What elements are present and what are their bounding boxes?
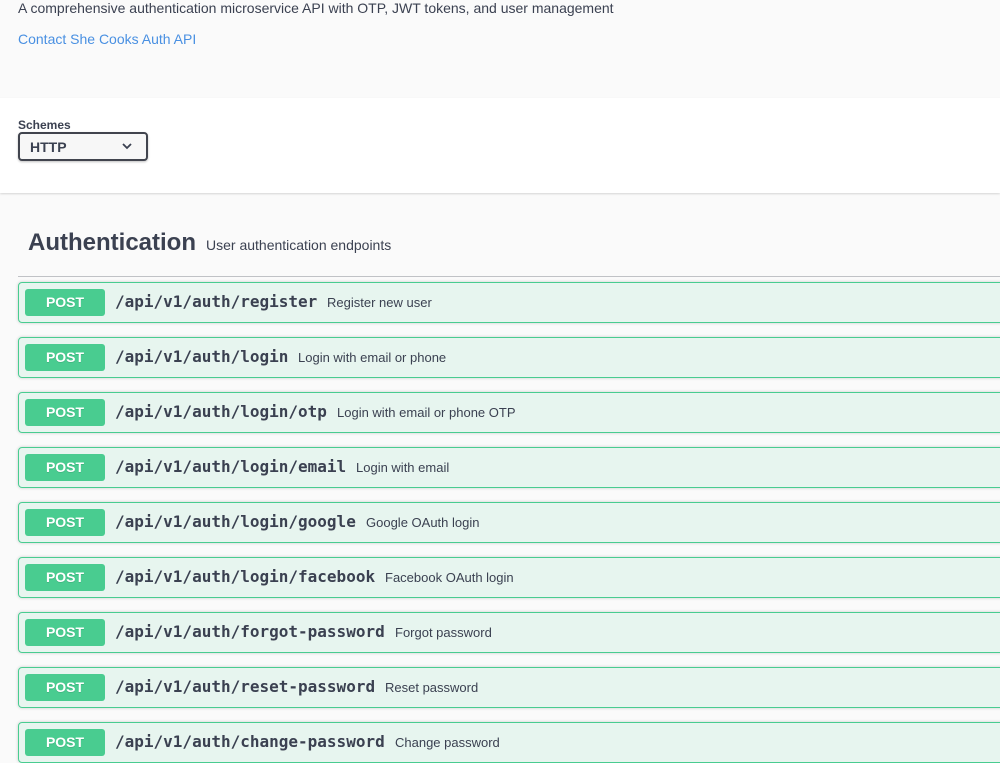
endpoint-summary: Google OAuth login: [366, 515, 480, 530]
tag-description: User authentication endpoints: [206, 237, 392, 253]
chevron-down-icon: [122, 143, 132, 150]
api-description: A comprehensive authentication microserv…: [18, 0, 614, 16]
contact-link[interactable]: Contact She Cooks Auth API: [18, 31, 196, 48]
endpoint-summary: Login with email or phone: [298, 350, 447, 365]
endpoint-summary: Forgot password: [395, 625, 492, 640]
endpoint-path: /api/v1/auth/login/google: [115, 512, 356, 531]
opblock-login-google[interactable]: POST /api/v1/auth/login/google Google OA…: [18, 502, 1000, 543]
method-badge: POST: [25, 674, 105, 701]
endpoint-summary: Facebook OAuth login: [385, 570, 514, 585]
endpoint-path: /api/v1/auth/login: [115, 347, 289, 366]
method-badge: POST: [25, 344, 105, 371]
endpoint-summary: Login with email or phone OTP: [337, 405, 516, 420]
endpoint-summary: Register new user: [327, 295, 432, 310]
endpoint-path: /api/v1/auth/reset-password: [115, 677, 376, 696]
api-info-section: A comprehensive authentication microserv…: [0, 0, 1000, 98]
tag-header[interactable]: Authentication User authentication endpo…: [18, 193, 1000, 277]
opblock-login-email[interactable]: POST /api/v1/auth/login/email Login with…: [18, 447, 1000, 488]
schemes-selected-value: HTTP: [30, 139, 67, 155]
method-badge: POST: [25, 289, 105, 316]
endpoint-summary: Login with email: [356, 460, 450, 475]
opblock-forgot-password[interactable]: POST /api/v1/auth/forgot-password Forgot…: [18, 612, 1000, 653]
opblock-login-otp[interactable]: POST /api/v1/auth/login/otp Login with e…: [18, 392, 1000, 433]
schemes-label: Schemes: [18, 118, 71, 132]
endpoint-path: /api/v1/auth/forgot-password: [115, 622, 385, 641]
method-badge: POST: [25, 564, 105, 591]
tag-title: Authentication: [28, 229, 196, 256]
opblock-register[interactable]: POST /api/v1/auth/register Register new …: [18, 282, 1000, 323]
opblock-login[interactable]: POST /api/v1/auth/login Login with email…: [18, 337, 1000, 378]
schemes-select[interactable]: HTTP: [18, 132, 148, 161]
opblock-reset-password[interactable]: POST /api/v1/auth/reset-password Reset p…: [18, 667, 1000, 708]
endpoint-path: /api/v1/auth/login/otp: [115, 402, 327, 421]
method-badge: POST: [25, 619, 105, 646]
endpoint-path: /api/v1/auth/register: [115, 292, 318, 311]
scheme-container: Schemes HTTP: [0, 98, 1000, 193]
opblock-login-facebook[interactable]: POST /api/v1/auth/login/facebook Faceboo…: [18, 557, 1000, 598]
endpoint-path: /api/v1/auth/change-password: [115, 732, 385, 751]
method-badge: POST: [25, 399, 105, 426]
method-badge: POST: [25, 729, 105, 756]
endpoint-summary: Change password: [395, 735, 500, 750]
method-badge: POST: [25, 509, 105, 536]
endpoint-path: /api/v1/auth/login/email: [115, 457, 347, 476]
method-badge: POST: [25, 454, 105, 481]
endpoint-summary: Reset password: [385, 680, 479, 695]
opblock-change-password[interactable]: POST /api/v1/auth/change-password Change…: [18, 722, 1000, 763]
endpoint-path: /api/v1/auth/login/facebook: [115, 567, 376, 586]
